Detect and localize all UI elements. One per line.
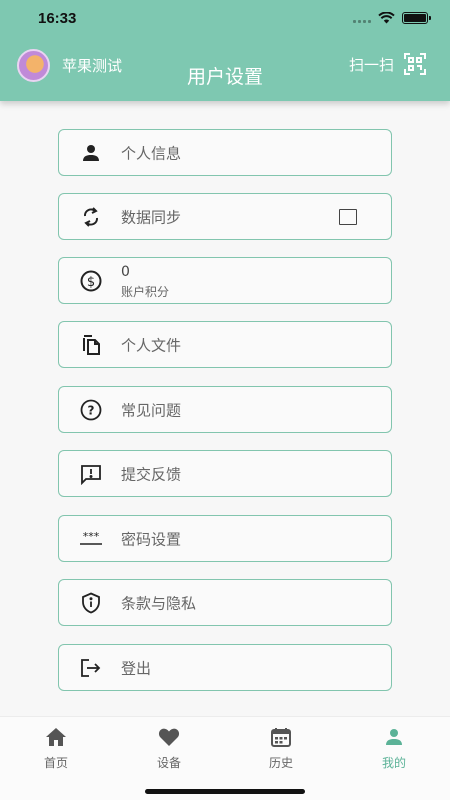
svg-text:?: ? <box>88 403 95 417</box>
scan-button[interactable]: 扫一扫 <box>349 53 426 75</box>
menu-item-logout[interactable]: 登出 <box>58 644 392 691</box>
scan-label: 扫一扫 <box>348 55 394 74</box>
menu-label-sync: 数据同步 <box>121 208 182 226</box>
menu-label-logout: 登出 <box>121 659 152 677</box>
menu-item-password[interactable]: *** 密码设置 <box>58 515 392 562</box>
password-icon: *** <box>79 527 103 551</box>
battery-icon <box>402 12 431 24</box>
home-indicator <box>145 789 305 794</box>
menu-item-files[interactable]: 个人文件 <box>58 321 392 368</box>
home-icon <box>26 725 86 749</box>
cellular-signal-icon <box>353 13 371 23</box>
svg-text:$: $ <box>87 275 95 290</box>
menu-label-files: 个人文件 <box>121 336 182 354</box>
dollar-coin-icon: $ <box>79 269 103 293</box>
tab-label-devices: 设备 <box>156 756 181 770</box>
menu-item-feedback[interactable]: 提交反馈 <box>58 450 392 497</box>
tab-label-home: 首页 <box>43 756 68 770</box>
points-value: 0 <box>121 264 130 280</box>
sync-icon <box>79 205 103 229</box>
help-icon: ? <box>79 398 103 422</box>
wifi-icon <box>378 12 395 24</box>
tab-mine[interactable]: 我的 <box>364 725 424 771</box>
status-icons <box>353 12 431 24</box>
qr-scan-icon <box>404 53 426 75</box>
menu-label-password: 密码设置 <box>121 530 182 548</box>
status-time: 16:33 <box>38 10 77 27</box>
points-label: 账户积分 <box>121 285 170 299</box>
tab-home[interactable]: 首页 <box>26 725 86 771</box>
heart-icon <box>139 725 199 749</box>
svg-text:***: *** <box>83 531 100 543</box>
menu-label-terms: 条款与隐私 <box>121 594 197 612</box>
person-icon <box>79 141 103 165</box>
feedback-icon <box>79 462 103 486</box>
tab-label-mine: 我的 <box>381 756 406 770</box>
bottom-tab-bar: 首页 设备 历史 我的 <box>0 716 450 800</box>
menu-item-terms[interactable]: 条款与隐私 <box>58 579 392 626</box>
sync-checkbox[interactable] <box>339 208 357 225</box>
tab-devices[interactable]: 设备 <box>139 725 199 771</box>
menu-item-points[interactable]: $ 0 账户积分 <box>58 257 392 304</box>
menu-label-profile: 个人信息 <box>121 144 182 162</box>
tab-label-history: 历史 <box>268 756 293 770</box>
person-icon <box>364 725 424 749</box>
menu-item-profile[interactable]: 个人信息 <box>58 129 392 176</box>
logout-icon <box>79 656 103 680</box>
menu-label-faq: 常见问题 <box>121 401 182 419</box>
menu-label-feedback: 提交反馈 <box>121 465 182 483</box>
shield-info-icon <box>79 591 103 615</box>
menu-item-sync[interactable]: 数据同步 <box>58 193 392 240</box>
menu-item-faq[interactable]: ? 常见问题 <box>58 386 392 433</box>
calendar-icon <box>251 725 311 749</box>
file-copy-icon <box>79 333 103 357</box>
tab-history[interactable]: 历史 <box>251 725 311 771</box>
app-header: 16:33 苹果测试 用户设置 扫一扫 <box>0 0 450 101</box>
